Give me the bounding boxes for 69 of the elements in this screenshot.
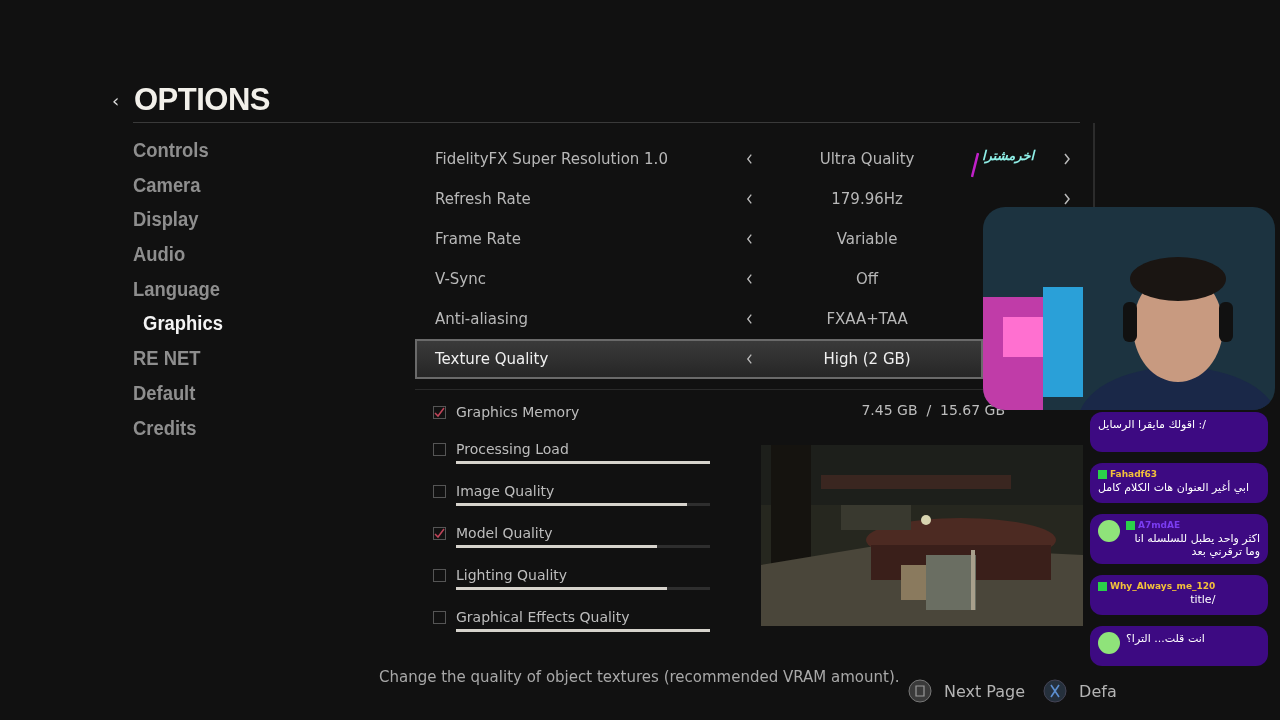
badge-icon xyxy=(1098,581,1107,591)
chat-text: /title xyxy=(1189,593,1216,606)
back-arrow[interactable]: ‹ xyxy=(112,89,126,111)
footer-action[interactable]: Next Page xyxy=(944,681,1026,701)
previous-icon[interactable] xyxy=(746,313,754,325)
check-label: Model Quality xyxy=(456,525,553,541)
chat-username: A7mdAE xyxy=(1138,520,1181,530)
controller-button-icon xyxy=(1043,679,1068,703)
check-label: Image Quality xyxy=(456,483,555,499)
previous-icon[interactable] xyxy=(746,153,754,165)
sidebar-item[interactable]: Display xyxy=(133,208,393,244)
sidebar-item[interactable]: Language xyxy=(133,277,393,313)
previous-icon[interactable] xyxy=(746,353,754,365)
hint-text: Change the quality of object textures (recommended VRAM amount). xyxy=(379,668,901,686)
sidebar-item[interactable]: Credits xyxy=(133,416,393,452)
subscriber-text: اخرمشترا xyxy=(982,148,1035,163)
checkbox[interactable] xyxy=(433,405,446,419)
slash-mark xyxy=(971,152,979,178)
chat-text: ابي أغير العنوان هات الكلام كامل xyxy=(1098,481,1249,494)
footer-action[interactable]: Defa xyxy=(1079,681,1117,701)
previous-icon[interactable] xyxy=(746,233,754,245)
setting-value: Ultra Quality xyxy=(819,150,915,168)
setting-label: Texture Quality xyxy=(435,350,550,368)
setting-label: Refresh Rate xyxy=(435,190,532,208)
check-icon xyxy=(434,406,445,418)
setting-label: FidelityFX Super Resolution 1.0 xyxy=(435,150,669,168)
setting-value: High (2 GB) xyxy=(823,350,911,368)
setting-value: Variable xyxy=(836,230,898,248)
setting-label: V-Sync xyxy=(435,270,487,288)
check-label: Processing Load xyxy=(456,441,569,457)
badge-icon xyxy=(1098,469,1107,479)
check-icon xyxy=(434,527,445,539)
check-label: Graphics Memory xyxy=(456,404,580,420)
setting-row[interactable]: Frame Rate Variable xyxy=(415,219,983,259)
chat-username: Fahadf63 xyxy=(1110,469,1158,479)
controller-button-icon xyxy=(908,679,932,703)
setting-label: Frame Rate xyxy=(435,230,522,248)
sidebar-item[interactable]: Camera xyxy=(133,173,393,209)
checkbox[interactable] xyxy=(433,568,446,582)
sidebar-item[interactable]: Audio xyxy=(133,243,393,278)
setting-row[interactable]: Texture Quality High (2 GB) xyxy=(415,339,983,379)
badge-icon xyxy=(1126,520,1135,530)
checkbox[interactable] xyxy=(433,610,446,624)
chat-username: Why_Always_me_120 xyxy=(1110,581,1216,591)
sidebar-item[interactable]: RE NET xyxy=(133,347,393,382)
sidebar-item[interactable]: Graphics xyxy=(133,312,393,348)
setting-row[interactable]: FidelityFX Super Resolution 1.0 Ultra Quality xyxy=(415,139,983,179)
setting-row[interactable]: Refresh Rate 179.96Hz xyxy=(415,179,983,219)
next-icon[interactable] xyxy=(1063,153,1071,165)
next-icon[interactable] xyxy=(1063,193,1071,205)
checkbox[interactable] xyxy=(433,484,446,498)
setting-row[interactable]: V-Sync Off xyxy=(415,259,983,299)
sidebar-item[interactable]: Default xyxy=(133,381,393,417)
setting-value: FXAA+TAA xyxy=(826,310,908,328)
checkbox[interactable] xyxy=(433,526,446,540)
setting-label: Anti-aliasing xyxy=(435,310,529,328)
page-title: OPTIONS xyxy=(134,82,270,118)
setting-value: Off xyxy=(856,270,879,288)
setting-value: 179.96Hz xyxy=(831,190,903,208)
check-label: Lighting Quality xyxy=(456,567,568,583)
chat-text: اكثر واحد يطبل للسلسله انا وما ترقرني بعد xyxy=(1133,532,1260,558)
sidebar-item[interactable]: Controls xyxy=(133,139,393,174)
chat-text: /: اقولك مايقرا الرسايل xyxy=(1098,418,1206,431)
setting-row[interactable]: Anti-aliasing FXAA+TAA xyxy=(415,299,983,339)
chat-text: انت قلت... الترا؟ xyxy=(1126,632,1205,645)
check-label: Graphical Effects Quality xyxy=(456,609,630,625)
previous-icon[interactable] xyxy=(746,273,754,285)
previous-icon[interactable] xyxy=(746,193,754,205)
checkbox[interactable] xyxy=(433,442,446,456)
